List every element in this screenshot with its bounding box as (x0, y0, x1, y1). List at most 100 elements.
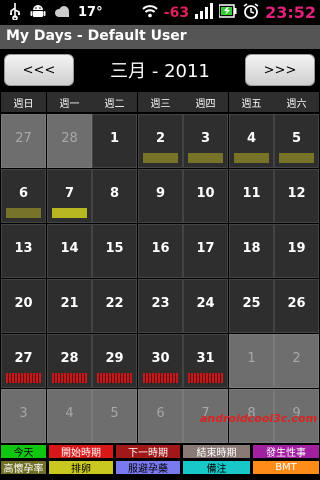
day-number: 26 (287, 296, 306, 311)
day-number: 23 (151, 296, 170, 311)
day-number: 6 (156, 406, 165, 421)
calendar-day-cell[interactable]: 21 (47, 279, 92, 333)
day-number: 29 (105, 351, 124, 366)
next-month-button[interactable]: >>> (245, 54, 315, 86)
weekday-header: 週四 (183, 92, 228, 112)
day-number: 15 (105, 241, 124, 256)
calendar-day-cell[interactable]: 28 (47, 114, 92, 168)
calendar-day-cell[interactable]: 29 (92, 334, 137, 388)
calendar-day-cell[interactable]: 9 (138, 169, 183, 223)
legend: 今天 開始時期 下一時期 結束時期 發生性事 高懷孕率 排卵 服避孕藥 備注 BMT (0, 444, 320, 480)
day-number: 5 (291, 131, 302, 146)
day-number: 4 (65, 406, 74, 421)
legend-item: BMT (252, 460, 320, 475)
calendar-day-cell[interactable]: 4 (47, 389, 92, 443)
calendar-day-cell[interactable]: 7 (47, 169, 92, 223)
calendar-day-cell[interactable]: 18 (229, 224, 274, 278)
day-number: 4 (246, 131, 257, 146)
calendar-day-cell[interactable]: 27 (1, 114, 46, 168)
calendar-day-cell[interactable]: 24 (183, 279, 228, 333)
calendar-day-cell[interactable]: 25 (229, 279, 274, 333)
calendar-day-cell[interactable]: 6 (1, 169, 46, 223)
calendar-grid: 週日 週一 週二 週三 週四 週五 週六 27 28 1 2 3 4 5 6 7 8 9 10 11 12 13 14 15 1… (1, 92, 319, 443)
day-number: 5 (110, 406, 119, 421)
legend-item: 排卵 (48, 460, 114, 475)
legend-item: 服避孕藥 (115, 460, 181, 475)
calendar-day-cell[interactable]: 30 (138, 334, 183, 388)
calendar-day-cell[interactable]: 1 (229, 334, 274, 388)
calendar-day-cell[interactable]: 1 (92, 114, 137, 168)
legend-item: 下一時期 (115, 444, 181, 459)
calendar-day-cell[interactable]: 14 (47, 224, 92, 278)
calendar-day-cell[interactable]: 17 (183, 224, 228, 278)
calendar-day-cell[interactable]: 3 (183, 114, 228, 168)
calendar-day-cell[interactable]: 3 (1, 389, 46, 443)
app-title-bar: My Days - Default User (0, 25, 320, 49)
calendar-day-cell[interactable]: 15 (92, 224, 137, 278)
weekday-header: 週五 (229, 92, 274, 112)
day-number: 30 (151, 351, 170, 366)
day-number: 22 (105, 296, 124, 311)
battery-icon (218, 3, 237, 23)
legend-item: 今天 (0, 444, 47, 459)
usb-icon (8, 2, 22, 24)
period-marker (143, 373, 178, 383)
day-number: 2 (292, 351, 301, 366)
legend-item: 發生性事 (252, 444, 320, 459)
legend-item: 高懷孕率 (0, 460, 47, 475)
month-navigation: <<< 三月 - 2011 >>> (0, 49, 320, 91)
calendar-day-cell[interactable]: 20 (1, 279, 46, 333)
calendar-day-cell[interactable]: 31 (183, 334, 228, 388)
day-number: 25 (242, 296, 261, 311)
previous-month-button[interactable]: <<< (4, 54, 74, 86)
calendar-day-cell[interactable]: 23 (138, 279, 183, 333)
calendar-day-cell[interactable]: 4 (229, 114, 274, 168)
alarm-clock-icon (243, 2, 259, 23)
day-number: 19 (287, 241, 306, 256)
weekday-header: 週三 (138, 92, 183, 112)
calendar-day-cell[interactable]: 19 (274, 224, 319, 278)
ovulation-marker (279, 153, 314, 163)
calendar-day-cell[interactable]: 16 (138, 224, 183, 278)
day-number: 8 (109, 186, 120, 201)
day-number: 9 (155, 186, 166, 201)
calendar-day-cell[interactable]: 13 (1, 224, 46, 278)
status-bar: 17° -63 23:52 (0, 0, 320, 25)
ovulation-marker (188, 153, 223, 163)
weekday-header: 週二 (92, 92, 137, 112)
period-marker (188, 373, 223, 383)
ovulation-marker (6, 208, 41, 218)
calendar-day-cell[interactable]: 10 (183, 169, 228, 223)
android-debug-icon (30, 3, 46, 23)
calendar-day-cell[interactable]: 22 (92, 279, 137, 333)
calendar-day-cell[interactable]: 26 (274, 279, 319, 333)
day-number: 16 (151, 241, 170, 256)
calendar-day-cell[interactable]: 5 (92, 389, 137, 443)
legend-item: 結束時期 (182, 444, 251, 459)
day-number: 2 (155, 131, 166, 146)
day-number: 17 (196, 241, 215, 256)
calendar-day-cell[interactable]: 5 (274, 114, 319, 168)
calendar-day-cell[interactable]: 2 (138, 114, 183, 168)
calendar-day-cell[interactable]: 11 (229, 169, 274, 223)
day-number: 28 (61, 131, 78, 146)
day-number: 13 (14, 241, 33, 256)
day-number: 24 (196, 296, 215, 311)
calendar-day-cell[interactable]: 12 (274, 169, 319, 223)
day-number: 27 (15, 131, 32, 146)
calendar-day-cell[interactable]: 28 (47, 334, 92, 388)
calendar-day-cell[interactable]: 27 (1, 334, 46, 388)
calendar-day-cell[interactable]: 8 (92, 169, 137, 223)
calendar-day-cell[interactable]: 6 (138, 389, 183, 443)
status-time: 23:52 (265, 3, 316, 22)
calendar-day-cell[interactable]: 2 (274, 334, 319, 388)
day-number: 21 (60, 296, 79, 311)
ovulation-marker (143, 153, 178, 163)
legend-item: 備注 (182, 460, 251, 475)
app-title: My Days - Default User (6, 28, 187, 44)
day-number: 10 (196, 186, 215, 201)
weather-cloud-icon (54, 3, 70, 22)
day-number: 11 (242, 186, 261, 201)
temperature-text: 17° (78, 5, 103, 20)
ovulation-marker (234, 153, 269, 163)
